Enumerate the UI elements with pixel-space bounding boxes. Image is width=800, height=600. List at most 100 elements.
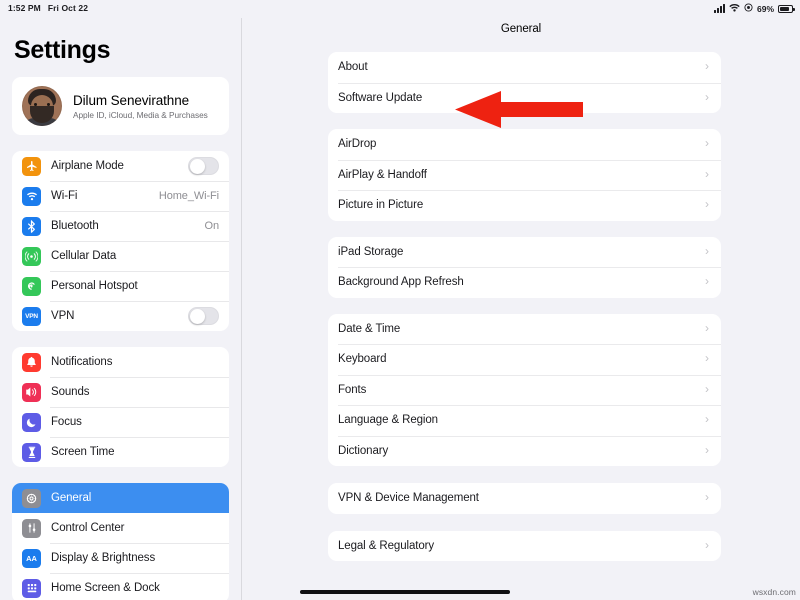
sidebar-group-system[interactable]: General Control Center AA Display & Brig… [12, 483, 229, 600]
main-item-about[interactable]: About › [328, 52, 721, 83]
main-item-label: About [338, 61, 368, 74]
main-item-label: Background App Refresh [338, 276, 464, 289]
ipad-settings-screen: 1:52 PM Fri Oct 22 69% Settings Dilum Se… [0, 0, 800, 600]
vpn-icon: VPN [22, 306, 41, 326]
sidebar-item-home-screen-dock[interactable]: Home Screen & Dock [12, 573, 229, 600]
sidebar-item-notifications[interactable]: Notifications [12, 347, 229, 377]
sidebar-item-label: Cellular Data [51, 250, 117, 262]
main-item-keyboard[interactable]: Keyboard › [328, 344, 721, 375]
main-item-picture-in-picture[interactable]: Picture in Picture › [328, 190, 721, 221]
battery-percent-label: 69% [756, 3, 774, 14]
sidebar-item-label: VPN [51, 310, 75, 322]
main-item-legal-regulatory[interactable]: Legal & Regulatory › [328, 531, 721, 562]
profile-name: Dilum Senevirathne [73, 92, 190, 108]
main-item-label: Legal & Regulatory [338, 539, 435, 552]
sidebar-item-focus[interactable]: Focus [12, 407, 229, 437]
main-group-legal[interactable]: Legal & Regulatory › [328, 530, 721, 562]
status-date: Fri Oct 22 [47, 3, 89, 13]
main-group-storage[interactable]: iPad Storage › Background App Refresh › [328, 236, 721, 298]
sidebar-item-sounds[interactable]: Sounds [12, 377, 229, 407]
vpn-toggle[interactable] [188, 307, 219, 325]
cellular-signal-icon [713, 4, 725, 13]
bell-icon [22, 352, 41, 372]
main-item-vpn-device-management[interactable]: VPN & Device Management › [328, 483, 721, 514]
sidebar-item-cellular-data[interactable]: Cellular Data [12, 241, 229, 271]
bluetooth-value: On [204, 220, 220, 232]
status-bar-right: 69% [713, 3, 795, 14]
main-item-label: Language & Region [338, 414, 438, 427]
main-item-background-app-refresh[interactable]: Background App Refresh › [328, 267, 721, 298]
sidebar-item-label: General [51, 492, 92, 504]
main-item-airdrop[interactable]: AirDrop › [328, 129, 721, 160]
hourglass-icon [22, 442, 41, 462]
sidebar-item-wifi[interactable]: Wi-Fi Home_Wi-Fi [12, 181, 229, 211]
main-item-label: Keyboard [338, 353, 387, 366]
watermark: wsxdn.com [752, 587, 796, 597]
sidebar-item-control-center[interactable]: Control Center [12, 513, 229, 543]
sidebar-item-screen-time[interactable]: Screen Time [12, 437, 229, 467]
moon-icon [22, 412, 41, 432]
profile-subtitle: Apple ID, iCloud, Media & Purchases [73, 109, 208, 120]
sidebar-group-connectivity[interactable]: Airplane Mode Wi-Fi Home_Wi-Fi Bluetooth… [12, 151, 229, 331]
speaker-icon [22, 382, 41, 402]
sidebar-item-label: Home Screen & Dock [51, 582, 160, 594]
sidebar-item-vpn[interactable]: VPN VPN [12, 301, 229, 331]
sidebar-item-label: Personal Hotspot [51, 280, 138, 292]
main-group-localization[interactable]: Date & Time › Keyboard › Fonts › Languag… [328, 313, 721, 467]
sidebar-item-label: Screen Time [51, 446, 115, 458]
chevron-right-icon: › [705, 136, 709, 151]
sidebar-item-label: Focus [51, 416, 82, 428]
personal-hotspot-icon [22, 276, 41, 296]
apple-id-card[interactable]: Dilum Senevirathne Apple ID, iCloud, Med… [12, 77, 229, 135]
sidebar-group-notifications[interactable]: Notifications Sounds Focus Screen Time [12, 347, 229, 467]
airplane-mode-toggle[interactable] [188, 157, 219, 175]
main-item-dictionary[interactable]: Dictionary › [328, 435, 721, 467]
chevron-right-icon: › [705, 412, 709, 427]
main-item-label: AirDrop [338, 138, 377, 151]
sidebar-item-label: Display & Brightness [51, 552, 156, 564]
apple-id-row[interactable]: Dilum Senevirathne Apple ID, iCloud, Med… [12, 77, 229, 135]
sidebar-item-personal-hotspot[interactable]: Personal Hotspot [12, 271, 229, 301]
wifi-icon [22, 186, 41, 206]
sidebar-item-airplane-mode[interactable]: Airplane Mode [12, 151, 229, 181]
main-item-label: VPN & Device Management [338, 492, 479, 505]
chevron-right-icon: › [705, 320, 709, 335]
sidebar-item-label: Bluetooth [51, 220, 99, 232]
main-item-label: AirPlay & Handoff [338, 168, 427, 181]
main-item-airplay-handoff[interactable]: AirPlay & Handoff › [328, 159, 721, 191]
chevron-right-icon: › [705, 274, 709, 289]
gear-icon [22, 488, 41, 508]
sidebar-item-label: Control Center [51, 522, 125, 534]
sidebar-item-display-brightness[interactable]: AA Display & Brightness [12, 543, 229, 573]
main-item-ipad-storage[interactable]: iPad Storage › [328, 237, 721, 268]
status-time: 1:52 PM [8, 3, 41, 13]
bluetooth-icon [22, 216, 41, 236]
chevron-right-icon: › [705, 243, 709, 258]
settings-sidebar[interactable]: Settings Dilum Senevirathne Apple ID, iC… [0, 18, 242, 600]
sidebar-item-general[interactable]: General [12, 483, 229, 513]
display-brightness-icon: AA [22, 548, 41, 568]
chevron-right-icon: › [705, 197, 709, 212]
location-icon [744, 3, 753, 14]
home-indicator[interactable] [300, 590, 510, 594]
wifi-value: Home_Wi-Fi [158, 190, 219, 202]
main-item-label: Fonts [338, 383, 367, 396]
chevron-right-icon: › [705, 59, 709, 74]
main-item-fonts[interactable]: Fonts › [328, 374, 721, 406]
main-group-sharing[interactable]: AirDrop › AirPlay & Handoff › Picture in… [328, 129, 721, 221]
main-item-date-time[interactable]: Date & Time › [328, 314, 721, 345]
main-item-label: iPad Storage [338, 245, 404, 258]
main-item-language-region[interactable]: Language & Region › [328, 405, 721, 436]
sidebar-item-label: Sounds [51, 386, 90, 398]
detail-title: General [500, 23, 542, 35]
wifi-icon [729, 3, 740, 14]
main-item-label: Picture in Picture [338, 199, 424, 212]
chevron-right-icon: › [705, 351, 709, 366]
chevron-right-icon: › [705, 381, 709, 396]
status-bar-left: 1:52 PM Fri Oct 22 [8, 3, 88, 13]
main-group-vpn-device-management[interactable]: VPN & Device Management › [328, 483, 721, 514]
chevron-right-icon: › [705, 537, 709, 552]
airplane-icon [22, 156, 41, 176]
sidebar-item-bluetooth[interactable]: Bluetooth On [12, 211, 229, 241]
cellular-data-icon [22, 246, 41, 266]
